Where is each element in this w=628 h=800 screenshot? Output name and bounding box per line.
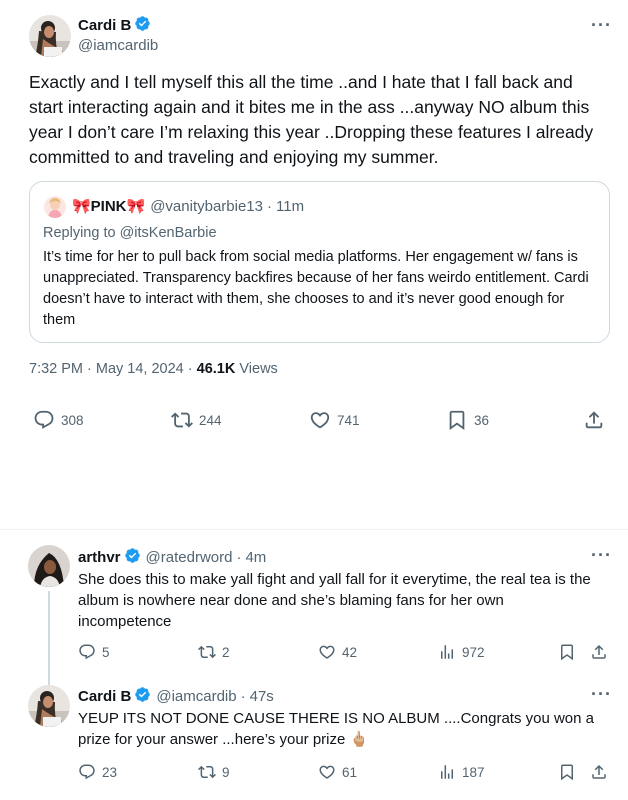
avatar[interactable] [28, 685, 70, 727]
repost-button[interactable]: 244 [171, 409, 222, 431]
views-chart-icon [441, 645, 453, 659]
heart-icon [319, 645, 335, 659]
action-bar: 308 244 741 36 [0, 409, 628, 433]
separator-dot: · [187, 361, 197, 377]
like-button[interactable]: 741 [309, 409, 360, 431]
verified-badge-icon [124, 547, 141, 568]
tweet-text: Exactly and I tell myself this all the t… [29, 72, 594, 167]
timestamp[interactable]: 7:32 PM · May 14, 2024 [29, 361, 184, 377]
like-button[interactable]: 61 [318, 763, 357, 781]
more-options-icon[interactable]: ··· [591, 16, 612, 34]
replying-to: Replying to @itsKenBarbie [43, 225, 217, 241]
bookmark-button[interactable] [558, 763, 576, 781]
quote-author-info: 🎀PINK🎀 @vanitybarbie13 · 11m [72, 197, 304, 216]
thread-line [48, 675, 50, 685]
action-bar: 23 9 61 187 [0, 763, 628, 787]
share-button[interactable] [590, 763, 608, 781]
reply-tweet[interactable]: arthvr @ratedrword · 4m ··· She does thi… [0, 537, 628, 675]
quote-author-handle[interactable]: @vanitybarbie13 [150, 198, 263, 215]
quote-author-name[interactable]: 🎀PINK🎀 [72, 197, 145, 215]
like-count: 42 [342, 644, 358, 660]
repost-count: 2 [222, 644, 230, 660]
main-tweet: Cardi B @iamcardib ··· Exactly and I tel… [0, 0, 628, 530]
heart-icon [310, 412, 330, 429]
reply-icon [34, 410, 54, 429]
more-options-icon[interactable]: ··· [591, 546, 612, 564]
reply-author-info: Cardi B @iamcardib · 47s [78, 686, 274, 707]
repost-count: 9 [222, 764, 230, 780]
quoted-tweet[interactable]: 🎀PINK🎀 @vanitybarbie13 · 11m Replying to… [29, 181, 610, 343]
reply-text: She does this to make yall fight and yal… [78, 571, 591, 630]
quote-time[interactable]: 11m [276, 198, 304, 215]
repost-icon [171, 412, 193, 428]
action-bar: 5 2 42 972 [0, 643, 628, 667]
reply-time[interactable]: 47s [250, 688, 274, 705]
repost-button[interactable]: 2 [198, 643, 230, 661]
quote-text: It’s time for her to pull back from soci… [43, 249, 589, 328]
reply-author-name[interactable]: arthvr [78, 549, 121, 566]
reply-count: 308 [61, 412, 84, 428]
views-label: Views [239, 361, 278, 377]
quote-avatar[interactable] [44, 196, 66, 218]
more-options-icon[interactable]: ··· [591, 685, 612, 703]
separator-dot: · [267, 197, 272, 215]
reply-author-handle[interactable]: @iamcardib [156, 688, 236, 705]
reply-author-name[interactable]: Cardi B [78, 688, 131, 705]
views-count: 972 [462, 644, 485, 660]
bookmark-icon [561, 764, 573, 781]
reply-icon [79, 644, 95, 660]
views-count[interactable]: 46.1K [197, 361, 236, 377]
reply-tweet[interactable]: Cardi B @iamcardib · 47s ··· YEUP ITS NO… [0, 675, 628, 800]
views-button[interactable]: 187 [438, 763, 485, 781]
bookmark-icon [449, 410, 465, 431]
like-count: 741 [337, 412, 360, 428]
reply-button[interactable]: 23 [78, 763, 117, 781]
separator-dot: · [236, 549, 242, 566]
author-name[interactable]: Cardi B [78, 17, 131, 34]
views-button[interactable]: 972 [438, 643, 485, 661]
bookmark-button[interactable]: 36 [446, 409, 489, 431]
like-button[interactable]: 42 [318, 643, 357, 661]
reply-author-info: arthvr @ratedrword · 4m [78, 547, 266, 568]
bookmark-icon [561, 644, 573, 661]
share-icon [592, 764, 606, 779]
views-count: 187 [462, 764, 485, 780]
reply-button[interactable]: 308 [33, 409, 84, 431]
share-icon [585, 411, 603, 429]
share-button[interactable] [583, 409, 605, 431]
repost-button[interactable]: 9 [198, 763, 230, 781]
avatar[interactable] [28, 545, 70, 587]
divider [0, 530, 628, 537]
like-count: 61 [342, 764, 358, 780]
author-info: Cardi B [78, 15, 151, 36]
verified-badge-icon [134, 686, 151, 707]
reply-text: YEUP ITS NOT DONE CAUSE THERE IS NO ALBU… [78, 710, 594, 748]
bookmark-button[interactable] [558, 643, 576, 661]
reply-author-handle[interactable]: @ratedrword [146, 549, 233, 566]
repost-icon [198, 765, 216, 779]
bookmark-count: 36 [474, 412, 490, 428]
reply-count: 5 [102, 644, 110, 660]
share-button[interactable] [590, 643, 608, 661]
author-handle[interactable]: @iamcardib [78, 37, 158, 54]
tweet-meta: 7:32 PM · May 14, 2024 · 46.1K Views [29, 361, 278, 377]
share-icon [592, 644, 606, 659]
views-chart-icon [441, 765, 453, 779]
separator-dot: · [240, 688, 246, 705]
heart-icon [319, 765, 335, 779]
repost-icon [198, 645, 216, 659]
repost-count: 244 [199, 412, 222, 428]
reply-icon [79, 764, 95, 780]
reply-count: 23 [102, 764, 118, 780]
reply-time[interactable]: 4m [245, 549, 266, 566]
avatar[interactable] [29, 15, 71, 57]
verified-badge-icon [134, 15, 151, 36]
reply-button[interactable]: 5 [78, 643, 110, 661]
